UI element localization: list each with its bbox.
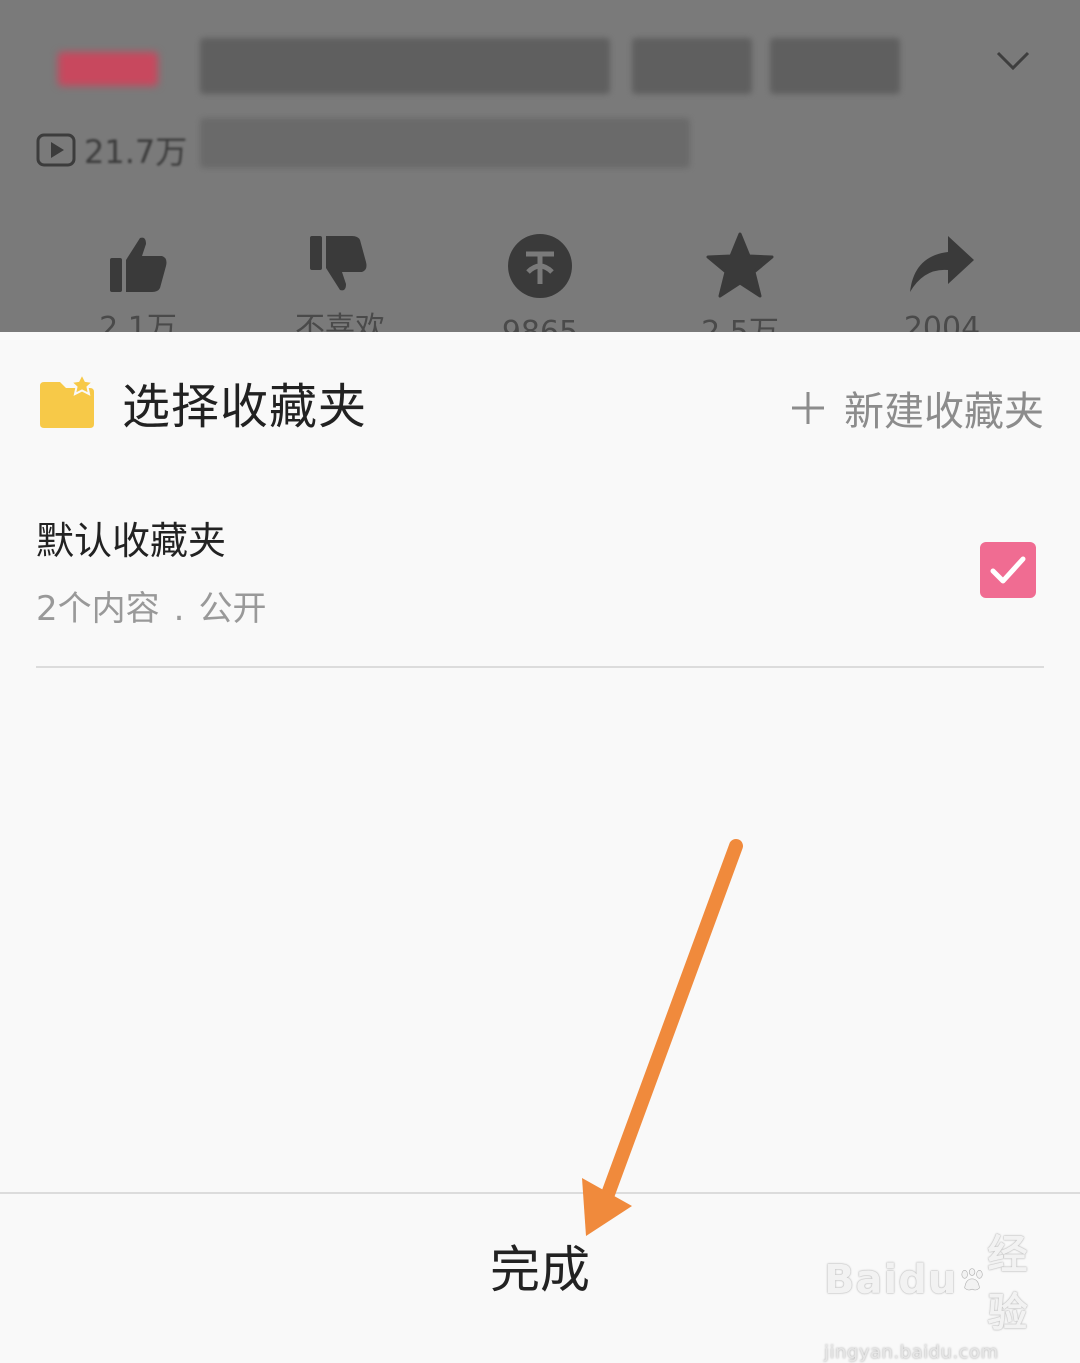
favorite-button[interactable]: 2.5万	[640, 232, 840, 332]
checkmark-icon	[990, 556, 1026, 584]
new-folder-label: 新建收藏夹	[844, 389, 1044, 435]
like-count: 2.1万	[99, 311, 177, 333]
folder-item-default[interactable]: 默认收藏夹 2个内容 . 公开	[36, 502, 1044, 668]
dislike-label: 不喜欢	[295, 311, 385, 333]
sheet-title: 选择收藏夹	[122, 379, 368, 435]
blurred-meta-text	[200, 118, 690, 168]
view-count-text: 21.7万	[84, 133, 188, 171]
share-count: 2004	[903, 311, 981, 333]
favorite-count: 2.5万	[640, 318, 840, 333]
chevron-down-icon[interactable]	[996, 50, 1030, 72]
sheet-footer: 完成	[0, 1192, 1080, 1338]
blurred-title-text	[632, 38, 752, 94]
folder-name: 默认收藏夹	[36, 519, 227, 563]
share-button[interactable]: 2004	[842, 232, 1042, 332]
folder-meta-separator: .	[173, 589, 185, 629]
favorites-sheet: 选择收藏夹 新建收藏夹 默认收藏夹 2个内容 . 公开 完成	[0, 332, 1080, 1338]
blurred-title-text	[200, 38, 610, 94]
coin-count: 9865	[440, 318, 640, 333]
watermark-url: jingyan.baidu.com	[824, 1342, 999, 1363]
folder-meta: 2个内容 . 公开	[36, 586, 266, 632]
thumbs-up-icon	[110, 237, 167, 292]
new-folder-button[interactable]: 新建收藏夹	[790, 378, 1044, 438]
sheet-header: 选择收藏夹 新建收藏夹	[0, 332, 1080, 482]
like-button[interactable]: 2.1万	[38, 232, 238, 332]
view-count: 21.7万	[36, 130, 188, 171]
video-info-overlay[interactable]: 21.7万 2.1万 不喜欢 9865	[0, 0, 1080, 332]
folder-checkbox[interactable]	[980, 542, 1036, 598]
plus-icon	[792, 392, 824, 424]
dislike-button[interactable]: 不喜欢	[240, 232, 440, 332]
folder-star-icon	[40, 374, 96, 428]
play-count-icon	[36, 133, 76, 167]
blurred-title-tag	[58, 52, 158, 86]
folder-visibility: 公开	[198, 589, 267, 629]
blurred-title-text	[770, 38, 900, 94]
done-button[interactable]: 完成	[420, 1194, 660, 1338]
coin-button[interactable]: 9865	[440, 232, 640, 332]
share-icon	[910, 236, 974, 292]
action-bar: 2.1万 不喜欢 9865 2.5万	[0, 232, 1080, 332]
thumbs-down-icon	[310, 236, 367, 291]
coin-icon	[508, 234, 572, 298]
star-icon	[706, 232, 774, 298]
folder-count: 2个内容	[36, 589, 160, 629]
